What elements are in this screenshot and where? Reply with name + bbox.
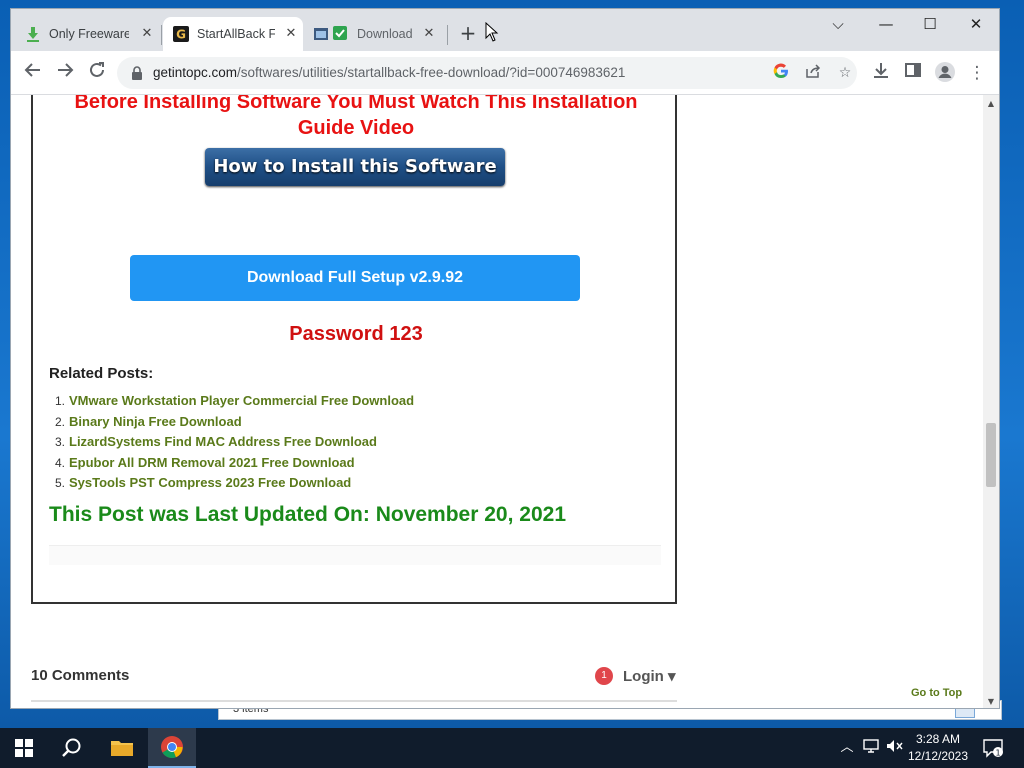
bookmark-star-icon[interactable]: ☆ — [835, 63, 855, 83]
reload-icon[interactable] — [85, 61, 109, 85]
page-scrollbar[interactable]: ▲ ▼ — [983, 95, 999, 708]
related-posts-list: 1. VMware Workstation Player Commercial F… — [55, 391, 414, 494]
new-tab-button[interactable]: + — [457, 23, 479, 45]
chrome-window: Only Freeware ✕ G StartAllBack Fr ✕ Down… — [11, 9, 999, 708]
profile-avatar-icon[interactable] — [933, 61, 957, 85]
tab-title: StartAllBack Fr — [197, 27, 275, 41]
how-to-install-button[interactable]: How to Install this Software — [205, 148, 505, 186]
download-full-setup-button[interactable]: Download Full Setup v2.9.92 — [130, 255, 580, 301]
last-updated-text: This Post was Last Updated On: November … — [49, 503, 566, 526]
download-arrow-icon — [25, 26, 41, 42]
tab-title: Only Freeware — [49, 27, 129, 41]
network-icon[interactable] — [862, 739, 880, 757]
related-post-link[interactable]: Binary Ninja Free Download — [69, 414, 242, 429]
svg-text:G: G — [176, 28, 186, 42]
list-item: 1. VMware Workstation Player Commercial F… — [55, 393, 415, 408]
minimize-icon[interactable]: — — [863, 9, 909, 39]
tab-startallback[interactable]: G StartAllBack Fr ✕ — [163, 17, 303, 51]
search-icon — [62, 738, 81, 757]
notification-badge[interactable]: 1 — [595, 667, 613, 685]
back-icon[interactable] — [21, 61, 45, 85]
checkmark-icon — [333, 26, 349, 42]
scroll-up-icon[interactable]: ▲ — [986, 99, 996, 108]
system-clock[interactable]: 3:28 AM 12/12/2023 — [906, 731, 970, 765]
list-item: 5. SysTools PST Compress 2023 Free Downlo… — [55, 475, 352, 490]
getintopc-icon: G — [173, 26, 189, 42]
close-tab-icon[interactable]: ✕ — [139, 25, 155, 41]
volume-muted-icon[interactable] — [886, 739, 904, 757]
lock-icon[interactable] — [131, 65, 143, 80]
close-tab-icon[interactable]: ✕ — [283, 25, 299, 41]
side-panel-icon[interactable] — [901, 61, 925, 85]
scroll-thumb[interactable] — [986, 423, 996, 487]
content-divider — [49, 545, 661, 565]
taskbar: ︿ 3:28 AM 12/12/2023 1 — [0, 728, 1024, 768]
file-explorer-taskbar-button[interactable] — [98, 728, 146, 768]
page-viewport[interactable]: Before Installing Software You Must Watc… — [11, 95, 983, 708]
go-to-top-link[interactable]: Go to Top — [911, 687, 962, 699]
password-text: Password 123 — [289, 323, 423, 345]
related-posts-heading: Related Posts: — [49, 365, 154, 382]
related-post-link[interactable]: Epubor All DRM Removal 2021 Free Downloa… — [69, 455, 355, 470]
tab-separator — [447, 25, 448, 45]
more-menu-icon[interactable]: ⋮ — [965, 61, 989, 85]
maximize-icon[interactable]: ☐ — [907, 9, 953, 39]
url-text: getintopc.com/softwares/utilities/starta… — [153, 65, 626, 80]
google-icon[interactable] — [771, 63, 791, 83]
list-item: 4. Epubor All DRM Removal 2021 Free Downl… — [55, 454, 355, 470]
list-item: 2. Binary Ninja Free Download — [55, 413, 242, 429]
login-dropdown[interactable]: Login ▾ — [623, 667, 676, 685]
share-icon[interactable] — [803, 63, 823, 83]
clock-time: 3:28 AM — [915, 732, 961, 746]
tab-strip: Only Freeware ✕ G StartAllBack Fr ✕ Down… — [11, 9, 999, 51]
tab-search-icon[interactable]: ⌵ — [815, 9, 861, 39]
start-button[interactable] — [0, 728, 48, 768]
chrome-taskbar-button[interactable] — [148, 728, 196, 768]
address-bar[interactable]: getintopc.com/softwares/utilities/starta… — [117, 57, 857, 89]
notification-center-icon[interactable]: 1 — [982, 738, 1004, 758]
mouse-cursor-icon — [485, 21, 499, 42]
tab-download[interactable]: Download ✕ — [313, 17, 441, 51]
forward-icon[interactable] — [53, 61, 77, 85]
chrome-icon — [161, 736, 183, 759]
list-item: 3. LizardSystems Find MAC Address Free Do… — [55, 434, 377, 449]
tab-title: Download — [357, 27, 413, 41]
post-content-box: Before Installing Software You Must Watc… — [31, 95, 677, 604]
scroll-down-icon[interactable]: ▼ — [986, 697, 996, 706]
close-tab-icon[interactable]: ✕ — [421, 25, 437, 41]
related-post-link[interactable]: LizardSystems Find MAC Address Free Down… — [69, 434, 377, 449]
search-button[interactable] — [48, 728, 96, 768]
app-window-icon — [313, 26, 329, 42]
related-post-link[interactable]: SysTools PST Compress 2023 Free Download — [69, 475, 351, 490]
tab-separator — [161, 25, 162, 45]
downloads-icon[interactable] — [869, 61, 893, 85]
related-post-link[interactable]: VMware Workstation Player Commercial Fre… — [69, 393, 414, 408]
clock-date: 12/12/2023 — [907, 749, 969, 763]
installation-guide-title: Before Installing Software You Must Watc… — [74, 95, 638, 139]
windows-logo-icon — [15, 739, 33, 757]
browser-toolbar: getintopc.com/softwares/utilities/starta… — [11, 51, 999, 95]
close-window-icon[interactable]: ✕ — [953, 9, 999, 39]
folder-icon — [111, 741, 133, 756]
tab-only-freeware[interactable]: Only Freeware ✕ — [25, 17, 159, 51]
tray-overflow-chevron-icon[interactable]: ︿ — [838, 739, 856, 757]
svg-text:1: 1 — [995, 749, 1000, 758]
comments-count: 10 Comments — [31, 667, 130, 684]
comments-divider — [31, 700, 677, 702]
